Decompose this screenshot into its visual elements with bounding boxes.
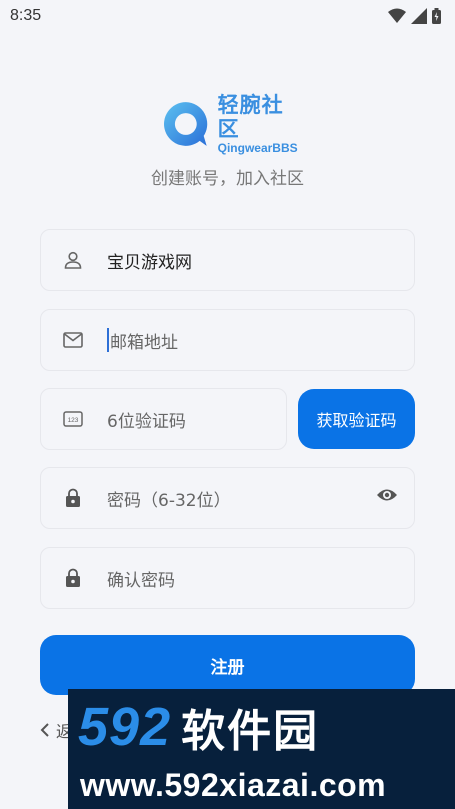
text-caret (107, 328, 109, 352)
email-placeholder: 邮箱地址 (110, 332, 178, 353)
watermark-name: 软件园 (181, 706, 320, 757)
username-value: 宝贝游戏网 (107, 252, 192, 273)
watermark-number: 592 (78, 697, 172, 757)
site-watermark: 592 软件园 www.592xiazai.com (68, 689, 455, 809)
status-bar: 8:35 (0, 0, 455, 32)
show-password-eye-icon[interactable] (376, 487, 398, 507)
register-button[interactable]: 注册 (40, 635, 415, 695)
battery-icon (432, 8, 441, 24)
username-field[interactable]: 宝贝游戏网 (40, 229, 415, 291)
signal-icon (411, 8, 427, 24)
mail-icon (61, 328, 85, 352)
wifi-icon (388, 8, 406, 23)
watermark-url: www.592xiazai.com (80, 767, 387, 803)
code-placeholder: 6位验证码 (107, 411, 186, 432)
confirm-password-field[interactable]: 确认密码 (40, 547, 415, 609)
logo-name-cn: 轻腕社区 (217, 93, 284, 141)
verification-code-field[interactable]: 123 6位验证码 (40, 388, 287, 450)
status-icons (388, 8, 441, 24)
person-icon (61, 248, 85, 272)
lock-icon (61, 566, 85, 590)
password-field[interactable]: 密码（6-32位） (40, 467, 415, 529)
get-code-button[interactable]: 获取验证码 (298, 389, 415, 449)
lock-icon (61, 486, 85, 510)
page-subtitle: 创建账号，加入社区 (151, 169, 304, 189)
status-time: 8:35 (10, 7, 42, 24)
chat-bubble-logo-icon (164, 102, 208, 146)
confirm-password-placeholder: 确认密码 (107, 570, 175, 591)
svg-text:123: 123 (68, 417, 79, 424)
email-field[interactable]: 邮箱地址 (40, 309, 415, 371)
password-placeholder: 密码（6-32位） (107, 490, 231, 511)
number-pad-icon: 123 (61, 407, 85, 431)
logo-name-en: QingwearBBS (217, 141, 298, 155)
app-logo: 轻腕社区 QingwearBBS (160, 93, 305, 155)
chevron-left-icon (40, 723, 49, 737)
